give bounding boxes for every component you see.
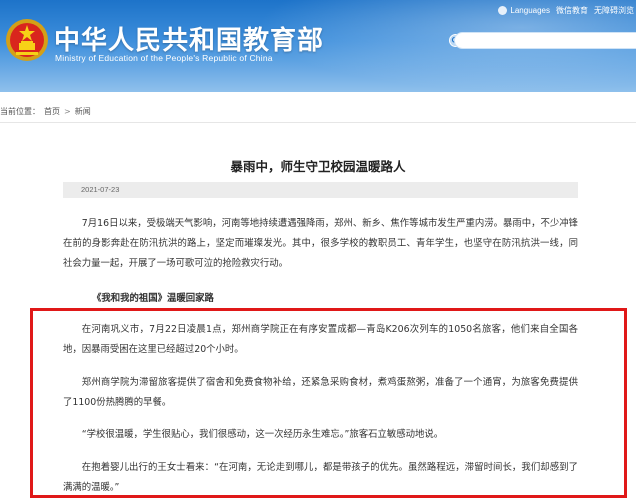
article-paragraph: 7月16日以来，受极端天气影响，河南等地持续遭遇强降雨，郑州、新乡、焦作等城市发… bbox=[63, 218, 578, 269]
section-title: 《我和我的祖国》温暖回家路 bbox=[92, 293, 214, 304]
site-title[interactable]: 中华人民共和国教育部 bbox=[54, 20, 324, 57]
accessibility-label: 无障碍浏览 bbox=[594, 5, 634, 15]
accessibility-link[interactable]: 无障碍浏览 bbox=[594, 5, 634, 16]
breadcrumb-separator: > bbox=[64, 107, 71, 116]
languages-label: Languages bbox=[510, 5, 550, 15]
breadcrumb-home-link[interactable]: 首页 bbox=[44, 106, 60, 117]
breadcrumb: 当前位置： 首页 > 新闻 bbox=[0, 106, 91, 117]
breadcrumb-news-link[interactable]: 新闻 bbox=[75, 106, 91, 117]
article-paragraph: “学校很温暖，学生很贴心，我们很感动，这一次经历永生难忘。”旅客石立敏感动地说。 bbox=[81, 429, 444, 440]
site-subtitle: Ministry of Education of the People's Re… bbox=[55, 53, 273, 63]
publish-date: 2021-07-23 bbox=[81, 185, 120, 194]
breadcrumb-prefix: 当前位置： bbox=[0, 107, 40, 116]
date-bar: 2021-07-23 bbox=[63, 182, 578, 198]
wechat-label: 微信教育 bbox=[556, 5, 588, 15]
breadcrumb-divider bbox=[0, 122, 636, 123]
languages-link[interactable]: Languages bbox=[498, 5, 550, 15]
globe-icon bbox=[498, 5, 508, 15]
search-input[interactable] bbox=[455, 37, 636, 53]
article-paragraph: 郑州商学院为滞留旅客提供了宿舍和免费食物补给，还紧急采购食材，煮鸡蛋熬粥，准备了… bbox=[63, 377, 578, 408]
article-title: 暴雨中，师生守卫校园温暖路人 bbox=[230, 159, 406, 174]
article-paragraph: 在河南巩义市，7月22日凌晨1点，郑州商学院正在有序安置成都—青岛K206次列车… bbox=[63, 324, 578, 355]
article-paragraph: 在抱着婴儿出行的王女士看来：“在河南，无论走到哪儿，都是带孩子的优先。虽然路程远… bbox=[63, 462, 578, 493]
top-links: Languages 微信教育 无障碍浏览 bbox=[498, 3, 634, 17]
wechat-link[interactable]: 微信教育 bbox=[556, 5, 588, 16]
search-box bbox=[454, 32, 636, 53]
national-emblem-icon bbox=[6, 19, 48, 61]
site-header: 中华人民共和国教育部 Ministry of Education of the … bbox=[0, 0, 636, 92]
